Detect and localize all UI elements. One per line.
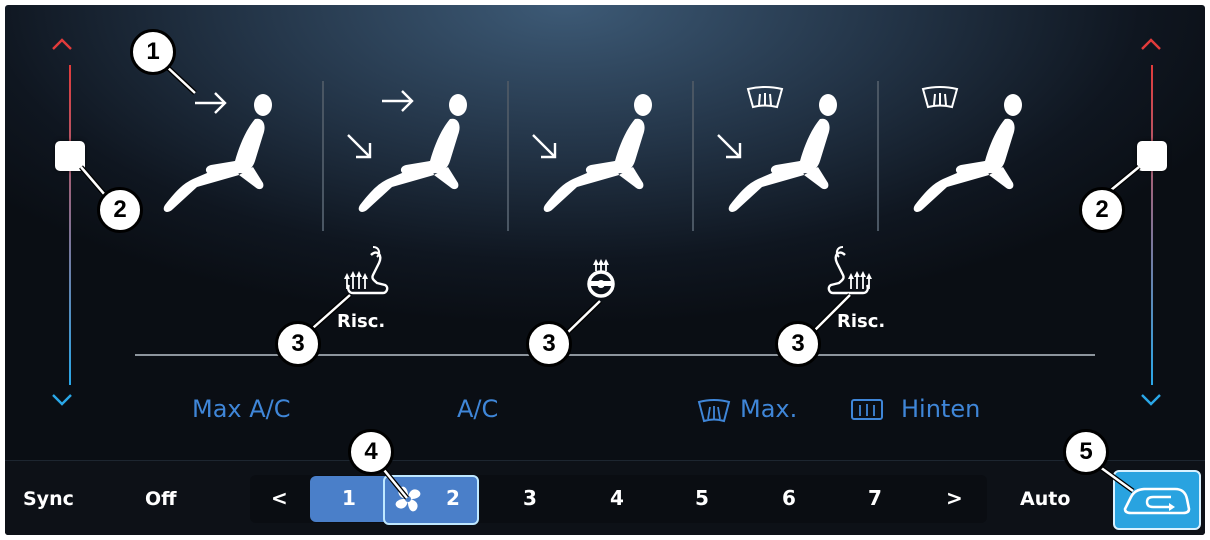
callout-4: 4 [348, 429, 394, 475]
callout-leaders [79, 63, 1141, 500]
callout-3-left: 3 [275, 321, 321, 367]
climate-control-screen: Risc. Risc. Max A/C A/C Max. Hinten Sync… [5, 5, 1205, 535]
callout-3-right: 3 [775, 321, 821, 367]
callout-3-center: 3 [526, 321, 572, 367]
callout-2-left: 2 [97, 187, 143, 233]
callout-5: 5 [1063, 429, 1109, 475]
callout-2-right: 2 [1079, 187, 1125, 233]
callout-1: 1 [130, 29, 176, 75]
